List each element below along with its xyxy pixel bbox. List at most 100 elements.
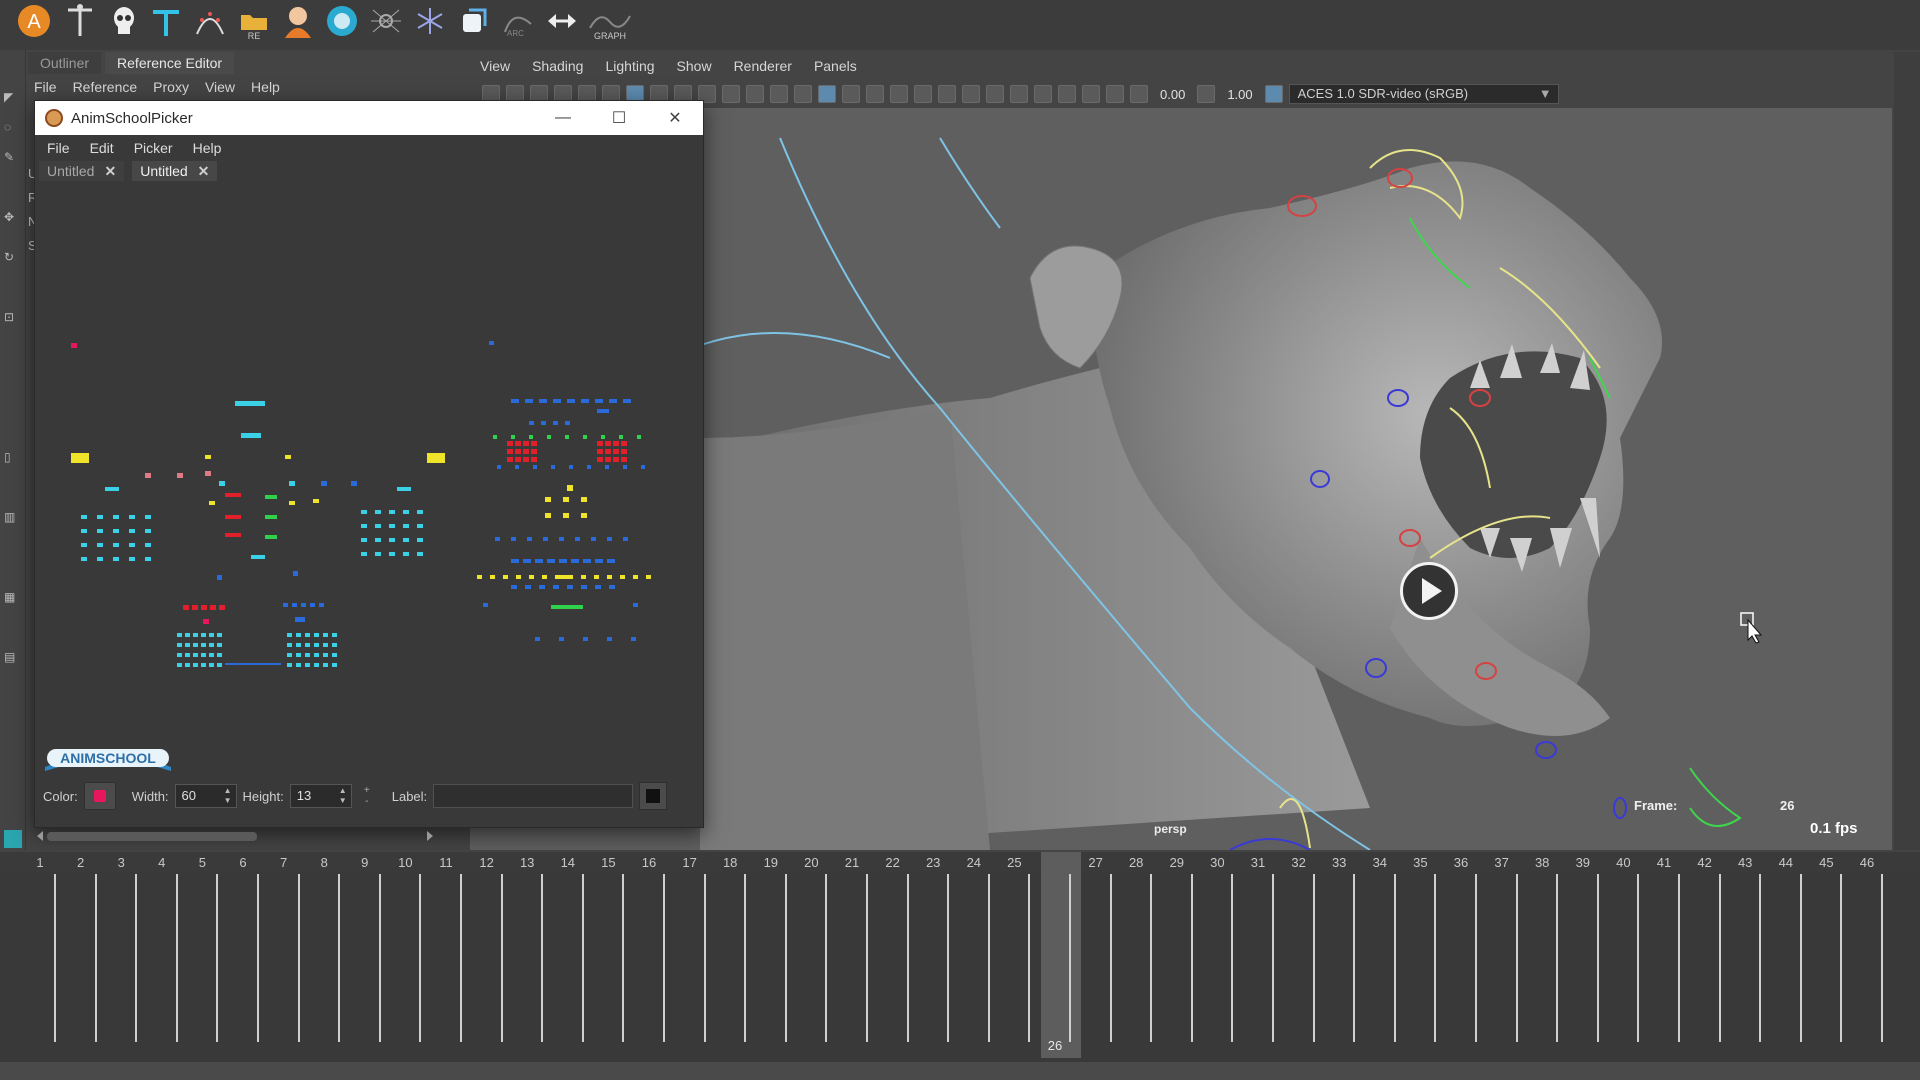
picker-control-button[interactable] bbox=[483, 603, 488, 607]
picker-control-button[interactable] bbox=[533, 465, 537, 469]
colorspace-dropdown[interactable]: ACES 1.0 SDR-video (sRGB) ▼ bbox=[1288, 84, 1559, 104]
spider-icon[interactable] bbox=[368, 3, 404, 39]
toe-control-button[interactable] bbox=[296, 643, 301, 647]
label-color-button[interactable] bbox=[639, 782, 668, 810]
toe-control-button[interactable] bbox=[185, 643, 190, 647]
vp-menu-show[interactable]: Show bbox=[677, 58, 712, 74]
picker-control-button[interactable] bbox=[575, 537, 580, 541]
toe-control-button[interactable] bbox=[305, 653, 310, 657]
picker-control-button[interactable] bbox=[581, 585, 587, 589]
picker-control-button[interactable] bbox=[553, 421, 558, 425]
gamma-icon[interactable] bbox=[1197, 85, 1216, 103]
toe-control-button[interactable] bbox=[314, 633, 319, 637]
a-letter-icon[interactable]: A bbox=[16, 3, 52, 39]
eye-control-button[interactable] bbox=[605, 457, 611, 462]
height-field[interactable]: 13 ▲ ▼ bbox=[289, 784, 352, 808]
foot-control-button[interactable] bbox=[210, 605, 216, 610]
folder-re-icon[interactable]: RE bbox=[236, 3, 272, 41]
finger-control-button[interactable] bbox=[97, 557, 103, 561]
brow-control-button[interactable] bbox=[511, 399, 519, 403]
toe-control-button[interactable] bbox=[185, 633, 190, 637]
picker-control-button[interactable] bbox=[541, 421, 546, 425]
toe-control-button[interactable] bbox=[287, 643, 292, 647]
toe-control-button[interactable] bbox=[323, 633, 328, 637]
chin-control-button[interactable] bbox=[535, 637, 540, 641]
cube-icon[interactable] bbox=[456, 3, 492, 39]
picker-tab[interactable]: Untitled ✕ bbox=[39, 161, 125, 181]
picker-control-button[interactable] bbox=[319, 603, 324, 607]
character-icon[interactable] bbox=[280, 3, 316, 39]
finger-control-button[interactable] bbox=[129, 529, 135, 533]
picker-control-button[interactable] bbox=[597, 409, 609, 413]
finger-control-button[interactable] bbox=[113, 529, 119, 533]
nose-control-button[interactable] bbox=[563, 513, 569, 518]
head-control-button[interactable] bbox=[235, 401, 265, 406]
picker-control-button[interactable] bbox=[605, 465, 609, 469]
brow-control-button[interactable] bbox=[609, 399, 617, 403]
layout-four-icon[interactable]: ▦ bbox=[4, 590, 22, 608]
arc-curve-icon[interactable]: ARC bbox=[500, 3, 536, 39]
play-button[interactable] bbox=[1400, 562, 1458, 620]
chin-control-button[interactable] bbox=[607, 637, 612, 641]
foot-control-button[interactable] bbox=[201, 605, 207, 610]
xray-joints-icon[interactable] bbox=[1082, 85, 1100, 103]
timeline-ruler[interactable]: 1 2 3 4 5 6 7 8 9 10 11 12 13 14 15 16 17 18 19 20 21 22 23 24 2… bbox=[0, 852, 1920, 872]
toe-control-button[interactable] bbox=[217, 643, 222, 647]
toe-control-button[interactable] bbox=[332, 653, 337, 657]
eye-control-button[interactable] bbox=[597, 441, 603, 446]
picker-control-button[interactable] bbox=[285, 455, 291, 459]
finger-control-button[interactable] bbox=[403, 538, 409, 542]
gamma-value[interactable]: 1.00 bbox=[1221, 87, 1258, 102]
mouth-control-button[interactable] bbox=[581, 575, 586, 579]
finger-control-button[interactable] bbox=[145, 543, 151, 547]
picker-control-button[interactable] bbox=[265, 515, 277, 519]
eye-control-button[interactable] bbox=[621, 457, 627, 462]
lip-control-button[interactable] bbox=[535, 559, 543, 563]
toe-control-button[interactable] bbox=[314, 663, 319, 667]
tab-outliner[interactable]: Outliner bbox=[28, 52, 102, 74]
textured-icon[interactable] bbox=[890, 85, 908, 103]
menu-view[interactable]: View bbox=[205, 76, 235, 98]
finger-control-button[interactable] bbox=[375, 538, 381, 542]
pelvis-control-button[interactable] bbox=[251, 555, 265, 559]
close-icon[interactable]: ✕ bbox=[647, 101, 703, 135]
nose-control-button[interactable] bbox=[545, 513, 551, 518]
picker-control-button[interactable] bbox=[525, 585, 531, 589]
mouth-control-button[interactable] bbox=[516, 575, 521, 579]
lip-control-button[interactable] bbox=[511, 559, 519, 563]
brow-control-button[interactable] bbox=[623, 399, 631, 403]
picker-control-button[interactable] bbox=[587, 465, 591, 469]
picker-control-button[interactable] bbox=[351, 481, 357, 486]
nose-control-button[interactable] bbox=[581, 513, 587, 518]
picker-control-button[interactable] bbox=[591, 537, 596, 541]
picker-control-button[interactable] bbox=[633, 603, 638, 607]
toe-control-button[interactable] bbox=[201, 653, 206, 657]
picker-control-button[interactable] bbox=[529, 435, 533, 439]
vp-menu-panels[interactable]: Panels bbox=[814, 58, 857, 74]
toe-control-button[interactable] bbox=[323, 663, 328, 667]
eye-control-button[interactable] bbox=[515, 457, 521, 462]
smooth-shade-icon[interactable] bbox=[818, 85, 836, 103]
mouth-control-button[interactable] bbox=[633, 575, 638, 579]
lip-control-button[interactable] bbox=[595, 559, 603, 563]
brow-control-button[interactable] bbox=[525, 399, 533, 403]
picker-control-button[interactable] bbox=[559, 537, 564, 541]
lights-icon[interactable] bbox=[914, 85, 932, 103]
graph-icon[interactable]: GRAPH bbox=[588, 3, 632, 41]
maximize-icon[interactable]: ☐ bbox=[591, 101, 647, 135]
width-field[interactable]: 60 ▲ ▼ bbox=[174, 784, 237, 808]
toe-control-button[interactable] bbox=[209, 643, 214, 647]
toe-control-button[interactable] bbox=[201, 633, 206, 637]
picker-control-button[interactable] bbox=[637, 435, 641, 439]
picker-control-button[interactable] bbox=[553, 585, 559, 589]
picker-control-button[interactable] bbox=[607, 537, 612, 541]
toe-control-button[interactable] bbox=[201, 643, 206, 647]
finger-control-button[interactable] bbox=[403, 552, 409, 556]
mouth-control-button[interactable] bbox=[542, 575, 547, 579]
picker-menu-edit[interactable]: Edit bbox=[90, 137, 114, 159]
finger-control-button[interactable] bbox=[113, 543, 119, 547]
picker-control-button[interactable] bbox=[205, 455, 211, 459]
picker-control-button[interactable] bbox=[489, 341, 494, 345]
minimize-icon[interactable]: — bbox=[535, 101, 591, 135]
toe-control-button[interactable] bbox=[287, 653, 292, 657]
